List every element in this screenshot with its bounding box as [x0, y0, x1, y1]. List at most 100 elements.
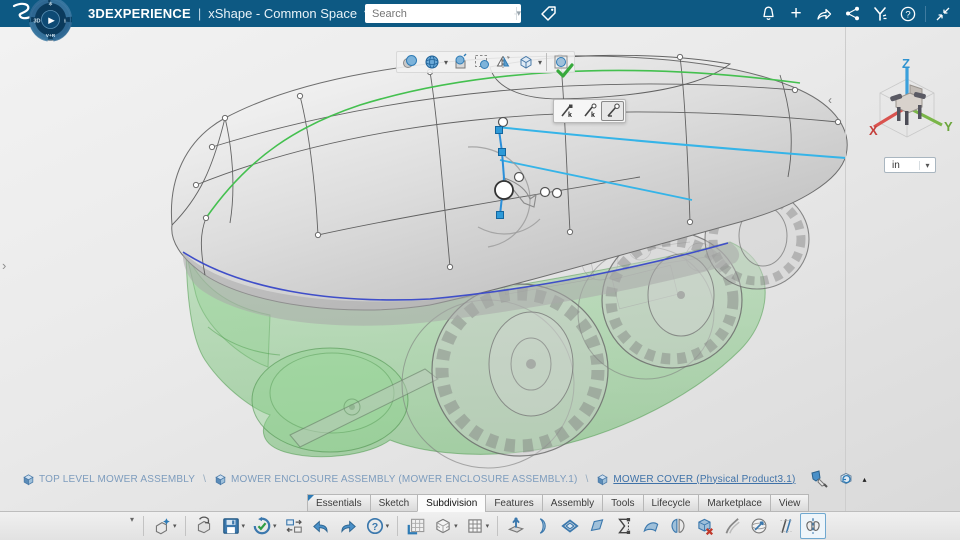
x-axis-label[interactable]: X	[869, 123, 878, 138]
insert-loop-button[interactable]	[557, 513, 583, 539]
product-cube-icon	[215, 473, 226, 485]
help-icon[interactable]: ?	[897, 3, 919, 25]
tab-tools[interactable]: Tools	[602, 494, 643, 512]
y-axis-label[interactable]: Y	[944, 119, 953, 134]
symmetry-button[interactable]	[800, 513, 827, 539]
caret-icon[interactable]: ▾	[454, 522, 458, 530]
project-on-sphere-button[interactable]	[746, 513, 772, 539]
app-name-label[interactable]: xShape - Common Space	[208, 6, 357, 21]
reframe-on-selection-icon[interactable]	[449, 52, 471, 72]
display-mode-caret-icon[interactable]: ▾	[444, 58, 448, 67]
mower-3d-scene[interactable]	[0, 27, 960, 540]
display-mode-shaded-icon[interactable]	[399, 52, 421, 72]
search-box[interactable]: ▾	[365, 4, 521, 23]
caret-icon[interactable]: ▾	[242, 522, 246, 530]
handle-tangent-2[interactable]	[539, 186, 551, 198]
save-and-update-button[interactable]: ▾	[249, 513, 280, 539]
swap-references-button[interactable]	[281, 513, 307, 539]
extrude-face-button[interactable]	[503, 513, 529, 539]
primitive-box-button[interactable]: ▾	[430, 513, 461, 539]
section-tabs: Essentials Sketch Subdivision Features A…	[307, 494, 810, 512]
handle-top[interactable]	[497, 116, 509, 128]
edit-point-smooth-icon[interactable]	[601, 101, 624, 121]
svg-text:?: ?	[371, 521, 377, 533]
handle-tangent-3[interactable]	[551, 187, 563, 199]
help-commands-button[interactable]: ? ▾	[362, 513, 393, 539]
collapse-window-icon[interactable]	[932, 3, 954, 25]
open-button[interactable]	[191, 513, 217, 539]
add-plus-icon[interactable]: +	[785, 3, 807, 25]
tab-subdivision[interactable]: Subdivision	[417, 494, 486, 512]
toolbar-expander-icon[interactable]: ▾	[130, 515, 134, 524]
caret-icon[interactable]: ▾	[486, 522, 490, 530]
control-point-3[interactable]	[496, 211, 504, 219]
new-content-button[interactable]: ▾	[149, 513, 180, 539]
tab-sketch[interactable]: Sketch	[369, 494, 418, 512]
3dexperience-compass[interactable]: ▶ 3D V+R ✻ ℹ	[28, 0, 73, 42]
right-panel-collapser-icon[interactable]: ‹	[828, 93, 832, 107]
tab-essentials[interactable]: Essentials	[307, 494, 370, 512]
caret-icon[interactable]: ▾	[173, 522, 177, 530]
view-cube-icon[interactable]	[515, 52, 537, 72]
hide-show-selection-icon[interactable]	[471, 52, 493, 72]
breadcrumb-label: MOWER COVER (Physical Product3.1)	[613, 473, 796, 485]
breadcrumb-item-enclosure-assembly[interactable]: MOWER ENCLOSURE ASSEMBLY (MOWER ENCLOSUR…	[214, 473, 578, 486]
bend-curve-button[interactable]	[530, 513, 556, 539]
tab-label: Lifecycle	[651, 497, 691, 509]
caret-icon[interactable]: ▾	[386, 522, 390, 530]
breadcrumb-more-icon[interactable]: ▴	[863, 475, 867, 484]
edit-point-kink-a-icon[interactable]: k	[555, 101, 578, 121]
mirror-display-icon[interactable]	[493, 52, 515, 72]
save-button[interactable]: ▾	[218, 513, 249, 539]
control-point-1[interactable]	[495, 126, 503, 134]
erase-face-button[interactable]	[692, 513, 718, 539]
tab-assembly[interactable]: Assembly	[541, 494, 603, 512]
display-mode-material-icon[interactable]	[421, 52, 443, 72]
modification-grid-button[interactable]: ▾	[462, 513, 493, 539]
tab-marketplace[interactable]: Marketplace	[698, 494, 770, 512]
breadcrumb-item-top-level[interactable]: TOP LEVEL MOWER ASSEMBLY	[22, 473, 195, 486]
svg-text:k: k	[568, 112, 572, 119]
caret-icon[interactable]: ▾	[273, 522, 277, 530]
3d-viewport[interactable]: › ‹ ▾ ▾ k k X Y Z in ▾ TOP LEVEL MOWER A…	[0, 27, 960, 540]
curvature-flow-button[interactable]	[719, 513, 745, 539]
z-axis-label[interactable]: Z	[902, 56, 910, 71]
tab-label: Features	[494, 497, 534, 509]
handle-tangent-1[interactable]	[513, 171, 525, 183]
units-dropdown[interactable]: in ▾	[884, 157, 936, 173]
share-network-icon[interactable]	[841, 3, 863, 25]
create-face-button[interactable]	[584, 513, 610, 539]
work-on-support-grid-button[interactable]	[403, 513, 429, 539]
tag-icon[interactable]	[539, 4, 559, 24]
green-check-icon[interactable]	[556, 63, 574, 79]
search-options-caret-icon[interactable]: ▾	[516, 8, 521, 19]
notifications-bell-icon[interactable]	[757, 3, 779, 25]
view-cube-caret-icon[interactable]: ▾	[538, 58, 542, 67]
share-arrow-icon[interactable]	[813, 3, 835, 25]
subdivision-weight-button[interactable]	[665, 513, 691, 539]
edit-point-kink-b-icon[interactable]: k	[578, 101, 601, 121]
redo-button[interactable]	[335, 513, 361, 539]
tab-features[interactable]: Features	[485, 494, 542, 512]
align-points-button[interactable]	[611, 513, 637, 539]
swym-icon[interactable]	[869, 3, 891, 25]
axis-triad[interactable]: X Y Z	[852, 55, 957, 160]
duplicate-offset-button[interactable]	[773, 513, 799, 539]
search-input[interactable]	[365, 6, 514, 21]
undo-button[interactable]	[308, 513, 334, 539]
tab-view[interactable]: View	[769, 494, 810, 512]
units-caret-icon: ▾	[919, 160, 935, 170]
edit-point-mode-toolbar: k k	[553, 99, 626, 123]
left-panel-expander-icon[interactable]: ›	[2, 258, 6, 273]
tab-lifecycle[interactable]: Lifecycle	[642, 494, 699, 512]
selected-point-handle[interactable]	[494, 180, 514, 200]
svg-text:?: ?	[905, 9, 910, 20]
update-product-icon[interactable]	[837, 470, 855, 488]
tab-label: Marketplace	[707, 497, 762, 509]
units-value: in	[892, 159, 900, 171]
control-point-2[interactable]	[498, 148, 506, 156]
breadcrumb-separator: \	[585, 473, 589, 485]
match-surface-button[interactable]	[638, 513, 664, 539]
breadcrumb-item-mower-cover[interactable]: MOWER COVER (Physical Product3.1)	[596, 473, 795, 486]
explore-with-pencil-icon[interactable]	[809, 469, 829, 489]
